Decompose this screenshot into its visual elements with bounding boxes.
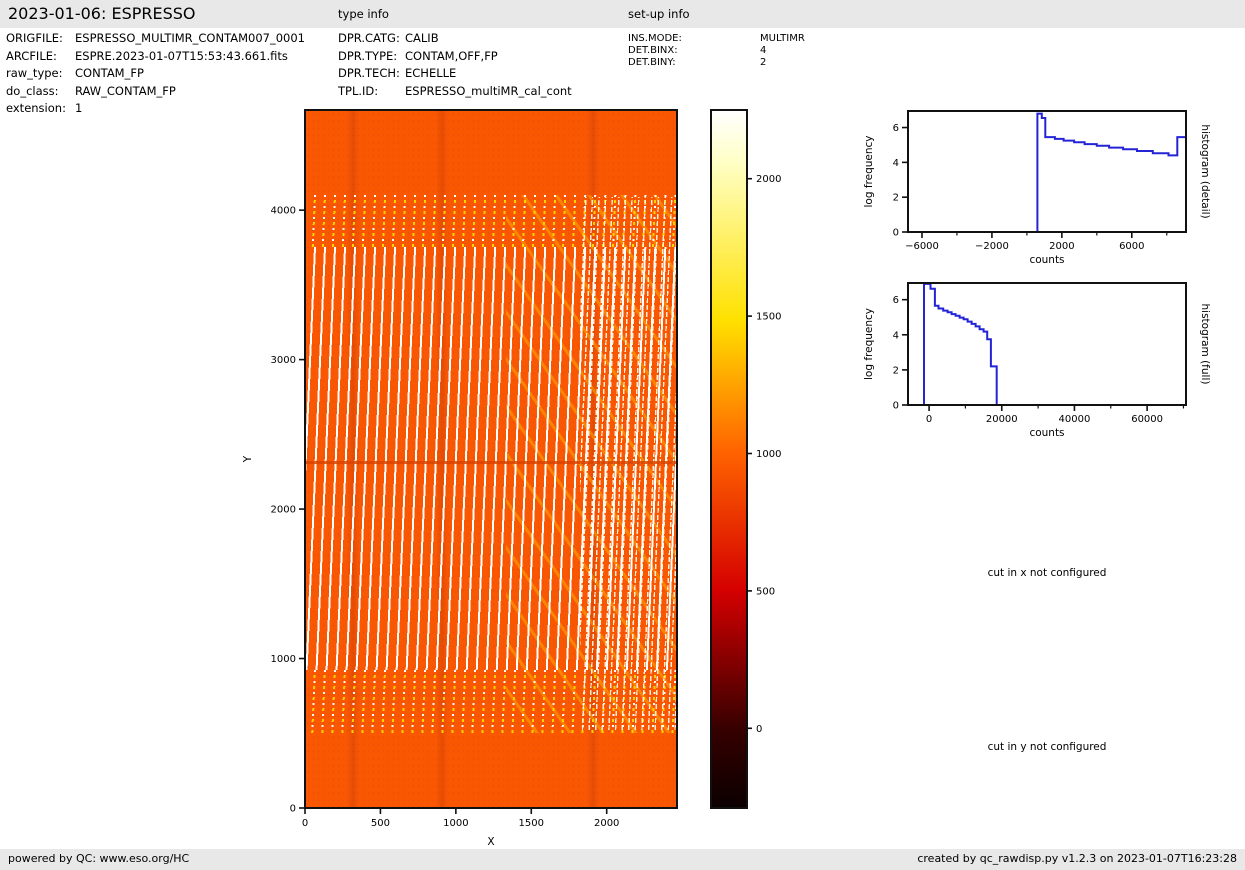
svg-text:2000: 2000 [594,818,619,829]
svg-text:log frequency: log frequency [863,308,875,380]
metadata-row: DPR.TECH: ECHELLE [338,65,572,83]
colorbar-axes: 0 500 1000 1500 2000 [710,109,781,809]
metadata-row: DPR.TYPE: CONTAM,OFF,FP [338,48,572,66]
metadata-row: INS.MODE: MULTIMR [628,33,805,45]
metadata-label: extension: [6,101,66,115]
svg-text:−2000: −2000 [975,241,1009,252]
svg-text:histogram (detail): histogram (detail) [1199,124,1211,218]
svg-text:6000: 6000 [1119,241,1144,252]
file-metadata-block: ORIGFILE: ESPRESSO_MULTIMR_CONTAM007_0001… [6,30,305,118]
qc-report-page: 2023-01-06: ESPRESSO type info set-up in… [0,0,1245,870]
histogram-detail-plot: −6000 −2000 2000 6000 0 2 4 6 counts log frequenc… [863,110,1211,266]
metadata-row: ARCFILE: ESPRE.2023-01-07T15:53:43.661.fi… [6,48,305,66]
svg-text:2: 2 [893,365,899,376]
svg-text:1000: 1000 [756,449,781,460]
svg-text:0: 0 [926,414,932,425]
note-cut-y: cut in y not configured [987,741,1107,753]
svg-text:4000: 4000 [271,206,296,217]
svg-text:X: X [487,836,494,848]
svg-text:2000: 2000 [271,505,296,516]
metadata-value: 2 [760,57,767,68]
note-cut-x: cut in x not configured [987,567,1107,579]
metadata-value: 1 [75,101,83,115]
metadata-value: CALIB [405,31,439,45]
svg-text:6: 6 [893,123,899,134]
svg-text:0: 0 [290,804,296,815]
metadata-value: MULTIMR [760,33,805,44]
metadata-label: raw_type: [6,66,63,80]
metadata-row: DET.BINY: 2 [628,57,805,69]
metadata-row: DPR.CATG: CALIB [338,30,572,48]
metadata-row: do_class: RAW_CONTAM_FP [6,83,305,101]
svg-text:3000: 3000 [271,355,296,366]
metadata-label: DPR.TECH: [338,66,400,80]
svg-text:counts: counts [1029,427,1064,439]
svg-text:0: 0 [302,818,308,829]
metadata-row: TPL.ID: ESPRESSO_multiMR_cal_cont [338,83,572,101]
metadata-row: extension: 1 [6,100,305,118]
svg-text:60000: 60000 [1131,414,1163,425]
metadata-label: DPR.TYPE: [338,48,398,63]
svg-text:1500: 1500 [519,818,544,829]
svg-text:counts: counts [1029,254,1064,266]
metadata-value: 4 [760,45,767,56]
setup-info-heading: set-up info [628,7,690,21]
metadata-row: ORIGFILE: ESPRESSO_MULTIMR_CONTAM007_0001 [6,30,305,48]
svg-text:0: 0 [756,724,762,735]
metadata-value: RAW_CONTAM_FP [75,83,176,98]
svg-text:log frequency: log frequency [863,135,875,207]
raw-image-axes: 0 500 1000 1500 2000 0 1000 2000 3000 4000 X Y [242,109,678,848]
svg-text:2: 2 [893,193,899,204]
metadata-label: INS.MODE: [628,33,682,44]
svg-text:−6000: −6000 [905,241,939,252]
svg-text:1000: 1000 [443,818,468,829]
svg-text:1500: 1500 [756,312,781,323]
svg-text:1000: 1000 [271,654,296,665]
svg-text:0: 0 [893,401,899,412]
svg-text:6: 6 [893,295,899,306]
footer-powered-by: powered by QC: www.eso.org/HC [8,852,190,865]
svg-text:40000: 40000 [1059,414,1091,425]
metadata-value: CONTAM,OFF,FP [405,48,498,63]
footer-created-by: created by qc_rawdisp.py v1.2.3 on 2023-… [917,852,1237,865]
svg-text:500: 500 [756,586,775,597]
svg-text:4: 4 [893,330,899,341]
colorbar: 0 500 1000 1500 2000 [710,109,781,809]
metadata-row: DET.BINX: 4 [628,45,805,57]
svg-text:2000: 2000 [756,174,781,185]
svg-text:4: 4 [893,158,899,169]
svg-text:Y: Y [242,455,254,463]
type-info-block: DPR.CATG: CALIB DPR.TYPE: CONTAM,OFF,FP DP… [338,30,572,100]
metadata-label: do_class: [6,83,59,98]
metadata-label: ORIGFILE: [6,31,63,45]
metadata-value: CONTAM_FP [75,66,144,80]
svg-text:20000: 20000 [986,414,1018,425]
metadata-value: ESPRE.2023-01-07T15:53:43.661.fits [75,48,288,63]
histogram-full-plot: 0 20000 40000 60000 0 2 4 6 counts log frequency h… [863,282,1211,439]
metadata-label: ARCFILE: [6,48,57,63]
metadata-value: ECHELLE [405,66,457,80]
page-title: 2023-01-06: ESPRESSO [8,4,196,23]
raw-image-plot: 0 500 1000 1500 2000 0 1000 2000 3000 4000 X Y [242,109,678,848]
metadata-label: DPR.CATG: [338,31,400,45]
metadata-label: DET.BINX: [628,45,678,56]
metadata-value: ESPRESSO_multiMR_cal_cont [405,83,572,98]
setup-info-block: INS.MODE: MULTIMR DET.BINX: 4 DET.BINY: 2 [628,33,805,69]
svg-text:2000: 2000 [1049,241,1074,252]
metadata-value: ESPRESSO_MULTIMR_CONTAM007_0001 [75,31,305,45]
svg-text:histogram (full): histogram (full) [1199,304,1211,385]
svg-text:500: 500 [371,818,390,829]
metadata-label: DET.BINY: [628,57,676,68]
metadata-row: raw_type: CONTAM_FP [6,65,305,83]
metadata-label: TPL.ID: [338,83,379,98]
type-info-heading: type info [338,7,389,21]
svg-text:0: 0 [893,228,899,239]
